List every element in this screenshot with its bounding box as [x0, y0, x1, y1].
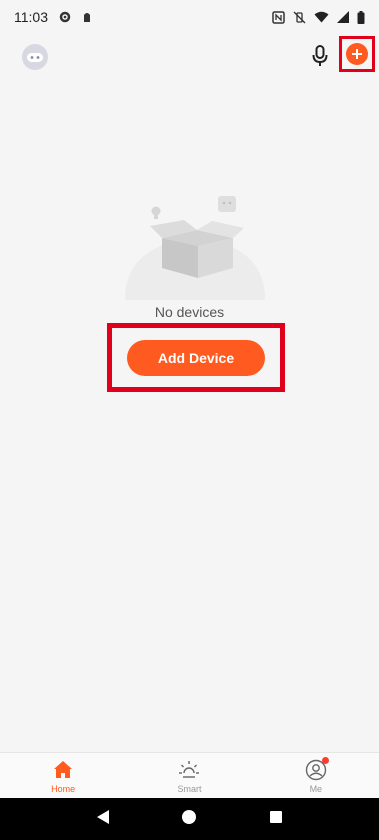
nfc-icon — [272, 10, 285, 24]
app-screen: 11:03 No devices Add Device Home Smart M… — [0, 0, 379, 840]
tab-smart[interactable]: Smart — [126, 753, 252, 798]
notification-badge — [321, 757, 329, 764]
home-icon — [52, 759, 74, 781]
tab-home-label: Home — [51, 784, 76, 794]
back-icon[interactable] — [96, 809, 110, 830]
bottom-tab-bar: Home Smart Me — [0, 752, 379, 798]
add-device-highlight: Add Device — [107, 323, 285, 392]
system-nav-bar — [0, 798, 379, 840]
signal-icon — [337, 11, 349, 23]
microphone-icon[interactable] — [310, 44, 330, 68]
app-notification-icon — [80, 10, 94, 24]
empty-box-illustration-icon — [120, 190, 270, 300]
tab-smart-label: Smart — [177, 784, 202, 794]
add-button-highlight — [339, 36, 375, 72]
tab-home[interactable]: Home — [0, 753, 126, 798]
home-nav-icon[interactable] — [181, 809, 197, 830]
battery-icon — [357, 10, 365, 24]
wifi-icon — [314, 11, 329, 23]
add-device-button[interactable]: Add Device — [127, 339, 265, 376]
profile-icon — [305, 757, 329, 781]
tab-me-label: Me — [309, 784, 323, 794]
empty-state-message: No devices — [154, 304, 225, 320]
vibrate-off-icon — [293, 11, 306, 24]
status-icons — [272, 10, 365, 24]
status-time: 11:03 — [14, 9, 48, 25]
recents-icon[interactable] — [269, 810, 283, 829]
robot-avatar-icon[interactable] — [22, 44, 48, 70]
add-plus-icon[interactable] — [346, 43, 368, 65]
status-bar: 11:03 — [0, 0, 379, 34]
settings-icon — [58, 10, 72, 24]
tab-me[interactable]: Me — [253, 753, 379, 798]
sun-icon — [178, 759, 200, 781]
